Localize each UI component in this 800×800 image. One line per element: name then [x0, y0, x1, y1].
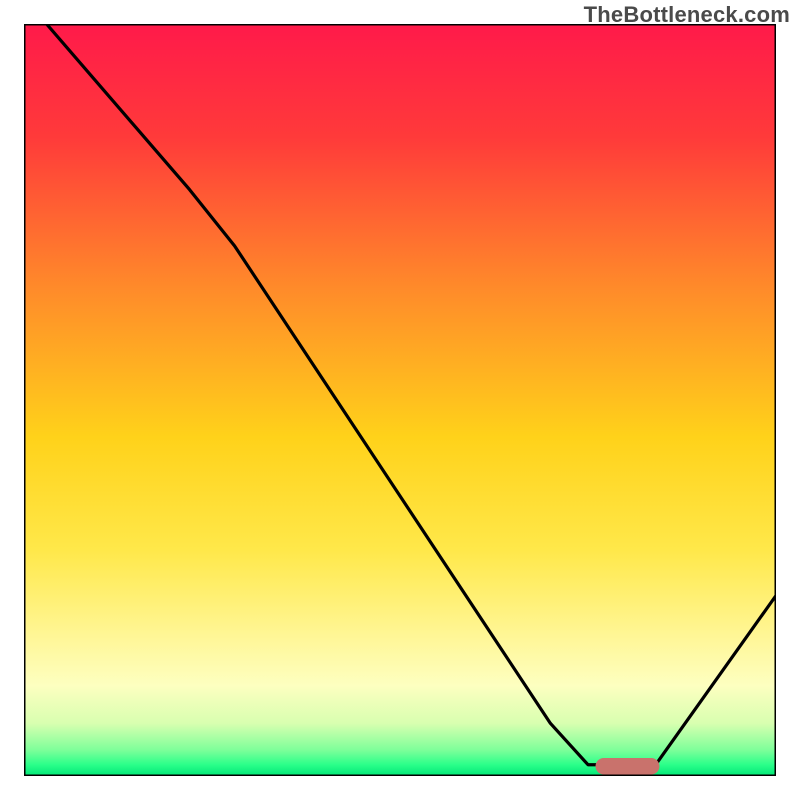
chart-container: TheBottleneck.com — [0, 0, 800, 800]
attribution-label: TheBottleneck.com — [584, 2, 790, 28]
chart-svg — [24, 24, 776, 776]
optimal-range-marker — [596, 758, 660, 775]
gradient-background — [24, 24, 776, 776]
plot-area — [24, 24, 776, 776]
